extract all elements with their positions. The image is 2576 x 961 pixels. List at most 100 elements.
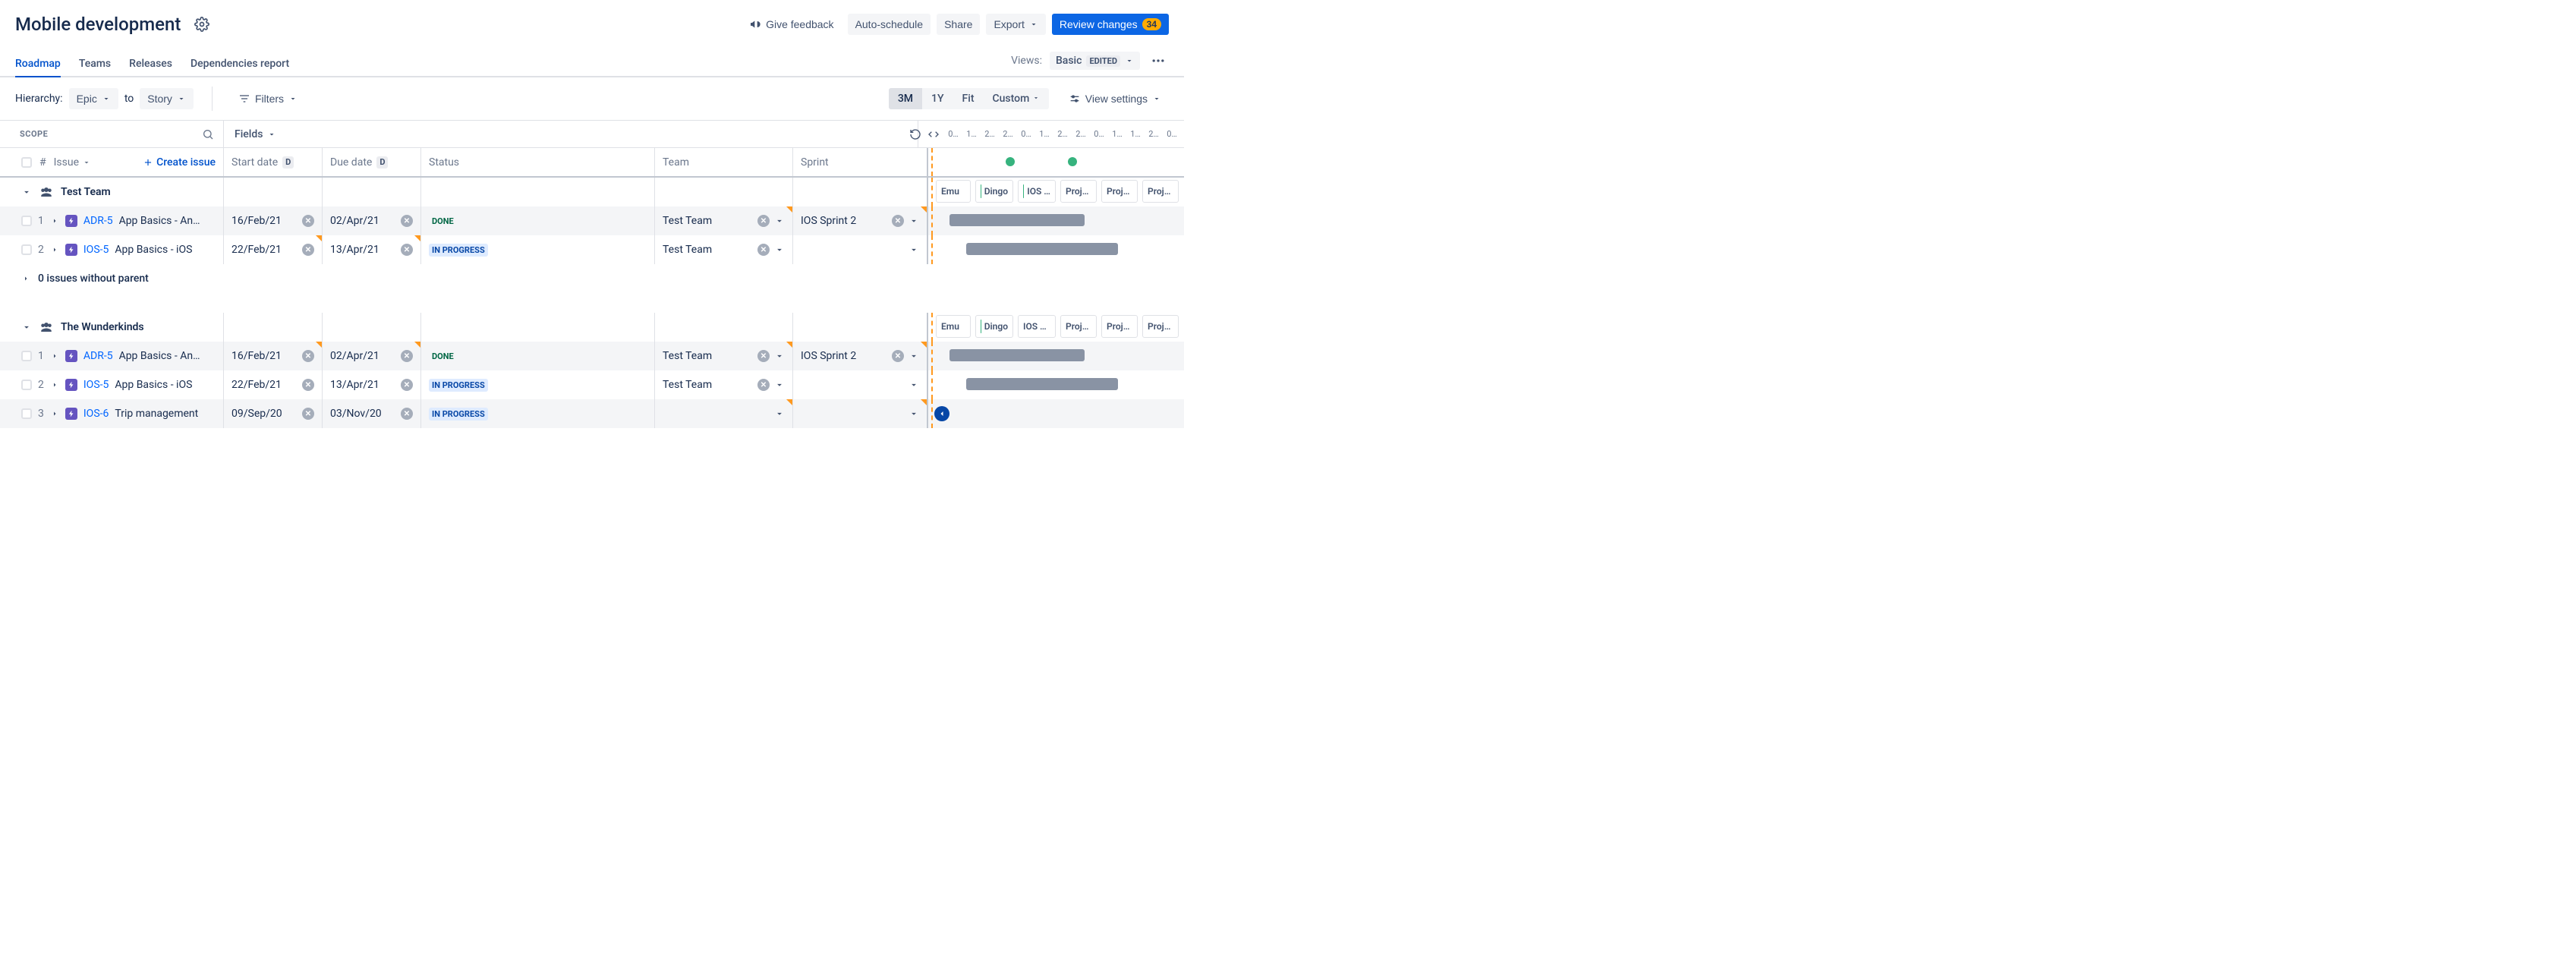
timeline-release-chip[interactable]: Proj… (1101, 180, 1138, 203)
team-value[interactable]: Test Team (663, 244, 712, 256)
timeline-release-chip[interactable]: Dingo (975, 180, 1013, 203)
timeline-release-chip[interactable]: Proj… (1060, 315, 1097, 338)
due-date-value[interactable]: 13/Apr/21 (330, 244, 379, 256)
share-button[interactable]: Share (937, 14, 980, 35)
row-expand-icon[interactable] (50, 351, 59, 361)
timeline-release-chip[interactable]: IOS … (1018, 180, 1056, 203)
select-all-checkbox[interactable] (21, 157, 32, 168)
status-badge[interactable]: DONE (429, 215, 457, 228)
create-issue-button[interactable]: Create issue (143, 156, 216, 169)
chevron-down-icon[interactable] (909, 380, 919, 390)
row-timeline[interactable] (928, 399, 1184, 428)
chevron-down-icon[interactable] (774, 351, 785, 361)
chevron-down-icon[interactable] (909, 408, 919, 419)
filters-button[interactable]: Filters (231, 88, 305, 109)
view-settings-button[interactable]: View settings (1061, 88, 1169, 109)
settings-gear-icon[interactable] (194, 17, 209, 32)
start-date-value[interactable]: 16/Feb/21 (231, 215, 282, 227)
clear-icon[interactable]: ✕ (401, 244, 413, 256)
team-value[interactable]: Test Team (663, 379, 712, 391)
issue-key-link[interactable]: IOS-6 (83, 408, 109, 420)
team-value[interactable]: Test Team (663, 215, 712, 227)
chevron-down-icon[interactable] (774, 244, 785, 255)
clear-icon[interactable]: ✕ (757, 350, 770, 362)
clear-icon[interactable]: ✕ (302, 244, 314, 256)
group-collapse-icon[interactable] (21, 187, 32, 197)
row-expand-icon[interactable] (50, 216, 59, 225)
clear-icon[interactable]: ✕ (302, 215, 314, 227)
row-checkbox[interactable] (21, 351, 32, 361)
clear-icon[interactable]: ✕ (401, 408, 413, 420)
range-option-1y[interactable]: 1Y (922, 88, 953, 109)
tab-releases[interactable]: Releases (129, 53, 172, 77)
fields-dropdown[interactable]: Fields (224, 121, 918, 147)
export-button[interactable]: Export (986, 14, 1045, 35)
auto-schedule-button[interactable]: Auto-schedule (848, 14, 931, 35)
review-changes-button[interactable]: Review changes 34 (1052, 14, 1169, 35)
view-switcher[interactable]: Basic EDITED (1050, 52, 1140, 70)
group-collapse-icon[interactable] (21, 322, 32, 332)
tab-teams[interactable]: Teams (79, 53, 111, 77)
clear-icon[interactable]: ✕ (302, 408, 314, 420)
start-date-value[interactable]: 22/Feb/21 (231, 244, 282, 256)
status-badge[interactable]: IN PROGRESS (429, 408, 488, 421)
row-checkbox[interactable] (21, 216, 32, 226)
row-checkbox[interactable] (21, 408, 32, 419)
timeline-undo-icon[interactable] (908, 127, 923, 142)
due-date-value[interactable]: 13/Apr/21 (330, 379, 379, 391)
timeline-collapse-icon[interactable] (926, 127, 941, 142)
clear-icon[interactable]: ✕ (401, 379, 413, 391)
tab-dependencies-report[interactable]: Dependencies report (191, 53, 289, 77)
status-badge[interactable]: IN PROGRESS (429, 244, 488, 257)
timeline-release-chip[interactable]: Dingo (975, 315, 1013, 338)
issue-key-link[interactable]: IOS-5 (83, 379, 109, 391)
row-timeline[interactable] (928, 206, 1184, 235)
clear-icon[interactable]: ✕ (302, 379, 314, 391)
row-timeline[interactable] (928, 370, 1184, 399)
range-option-custom[interactable]: Custom (984, 88, 1049, 109)
timeline-release-chip[interactable]: Emu (936, 315, 971, 338)
search-icon[interactable] (202, 128, 214, 140)
timeline-bar[interactable] (949, 349, 1085, 361)
row-checkbox[interactable] (21, 380, 32, 390)
timeline-scroll-back-icon[interactable] (934, 406, 949, 421)
clear-icon[interactable]: ✕ (757, 379, 770, 391)
clear-icon[interactable]: ✕ (302, 350, 314, 362)
start-date-value[interactable]: 22/Feb/21 (231, 379, 282, 391)
due-date-value[interactable]: 02/Apr/21 (330, 350, 379, 362)
clear-icon[interactable]: ✕ (757, 215, 770, 227)
team-value[interactable]: Test Team (663, 350, 712, 362)
clear-icon[interactable]: ✕ (401, 350, 413, 362)
sprint-value[interactable]: IOS Sprint 2 (801, 350, 856, 362)
sprint-value[interactable]: IOS Sprint 2 (801, 215, 856, 227)
timeline-release-chip[interactable]: IOS … (1018, 315, 1056, 338)
timeline-release-chip[interactable]: Proj… (1101, 315, 1138, 338)
row-timeline[interactable] (928, 235, 1184, 264)
clear-icon[interactable]: ✕ (757, 244, 770, 256)
timeline-release-chip[interactable]: Proj… (1142, 315, 1179, 338)
range-option-fit[interactable]: Fit (953, 88, 984, 109)
chevron-down-icon[interactable] (909, 351, 919, 361)
issue-key-link[interactable]: ADR-5 (83, 215, 113, 227)
issue-key-link[interactable]: ADR-5 (83, 350, 113, 362)
chevron-down-icon[interactable] (774, 380, 785, 390)
hierarchy-to-select[interactable]: Story (140, 88, 194, 109)
timeline-range-segmented[interactable]: 3M1YFitCustom (889, 88, 1049, 109)
row-timeline[interactable] (928, 342, 1184, 370)
due-date-value[interactable]: 03/Nov/20 (330, 408, 382, 420)
chevron-down-icon[interactable] (909, 216, 919, 226)
row-expand-icon[interactable] (50, 245, 59, 254)
status-badge[interactable]: IN PROGRESS (429, 379, 488, 392)
hierarchy-from-select[interactable]: Epic (69, 88, 118, 109)
clear-icon[interactable]: ✕ (401, 215, 413, 227)
chevron-down-icon[interactable] (774, 216, 785, 226)
status-badge[interactable]: DONE (429, 350, 457, 363)
timeline-release-chip[interactable]: Emu (936, 180, 971, 203)
give-feedback-button[interactable]: Give feedback (742, 14, 842, 35)
clear-icon[interactable]: ✕ (892, 350, 904, 362)
timeline-bar[interactable] (966, 378, 1118, 390)
more-actions-icon[interactable] (1148, 50, 1169, 71)
clear-icon[interactable]: ✕ (892, 215, 904, 227)
row-expand-icon[interactable] (50, 409, 59, 418)
chevron-down-icon[interactable] (909, 244, 919, 255)
